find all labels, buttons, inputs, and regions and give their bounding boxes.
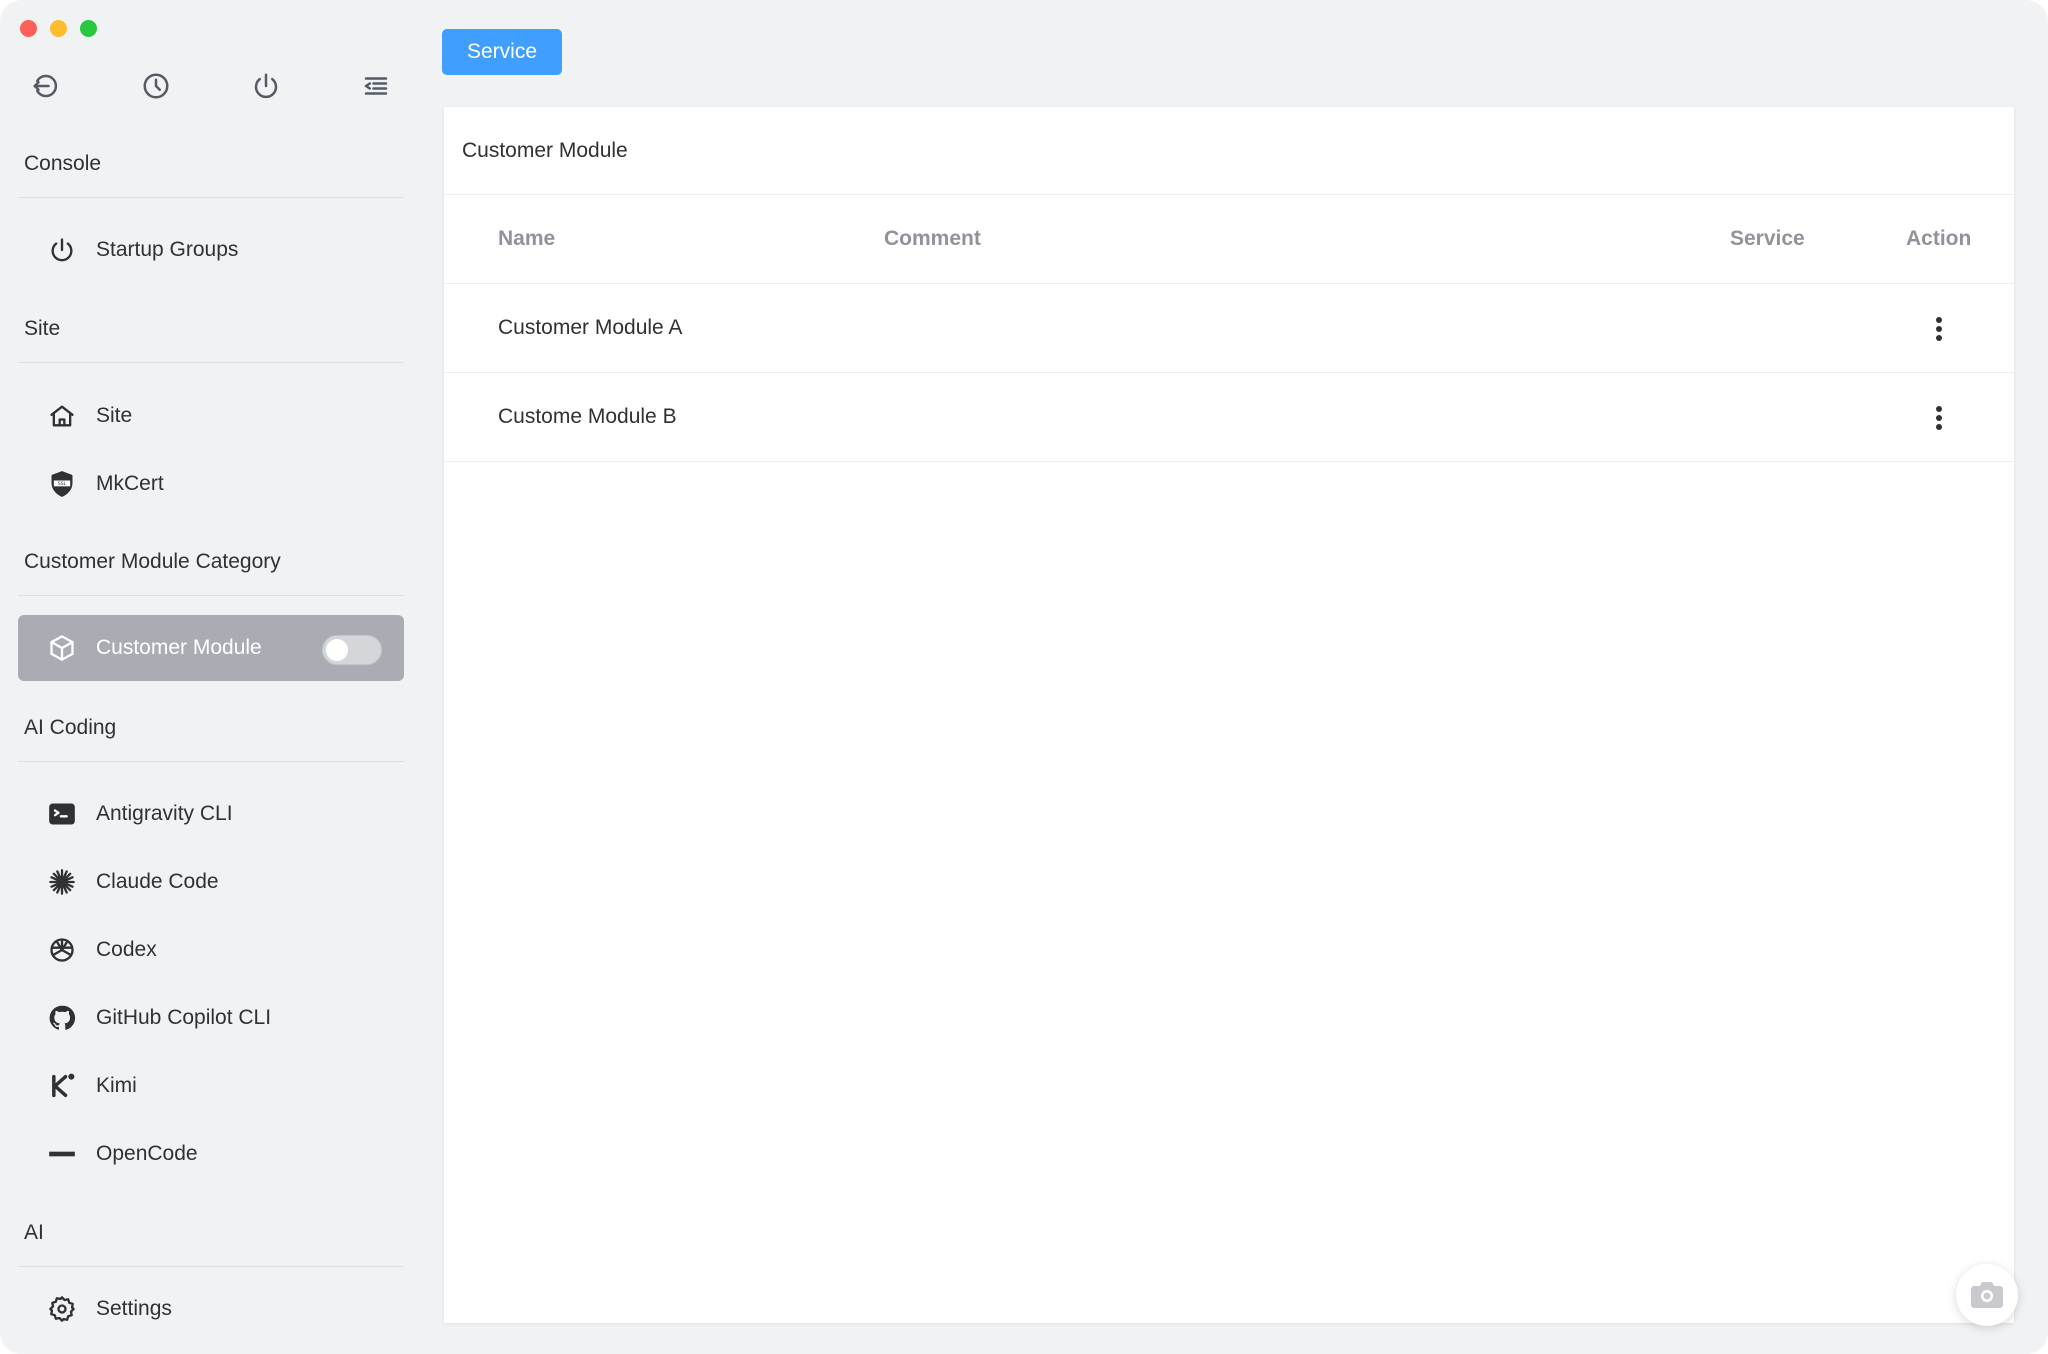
kimi-icon <box>44 1068 80 1104</box>
home-icon <box>44 398 80 434</box>
sidebar-item-label: Settings <box>96 1297 172 1320</box>
sidebar-item-startup-groups[interactable]: Startup Groups <box>18 217 404 283</box>
column-header-action: Action <box>1906 227 1972 250</box>
sidebar-item-customer-module[interactable]: Customer Module <box>18 615 404 681</box>
section-divider <box>18 1266 404 1267</box>
table-row[interactable]: Custome Module B <box>444 373 2014 462</box>
sidebar-item-label: GitHub Copilot CLI <box>96 1006 272 1029</box>
customer-module-panel: Customer Module Name Comment Service Act… <box>444 107 2014 1323</box>
terminal-icon <box>44 796 80 832</box>
row-name: Custome Module B <box>498 405 677 428</box>
section-title-console: Console <box>24 152 102 175</box>
sidebar-item-label: Site <box>96 404 133 427</box>
customer-module-toggle[interactable] <box>322 635 382 665</box>
sidebar-item-label: Antigravity CLI <box>96 802 233 825</box>
openai-icon <box>44 932 80 968</box>
ssl-shield-icon: SSL <box>44 466 80 502</box>
sidebar-item-label: MkCert <box>96 472 164 495</box>
column-header-comment: Comment <box>884 227 981 250</box>
column-header-service: Service <box>1730 227 1805 250</box>
screenshot-camera-button[interactable] <box>1956 1264 2018 1326</box>
section-title-site: Site <box>24 317 61 340</box>
sidebar-item-claude-code[interactable]: Claude Code <box>18 849 404 915</box>
toggle-knob <box>326 639 348 661</box>
table-header: Name Comment Service Action <box>444 195 2014 284</box>
sidebar-item-label: Codex <box>96 938 157 961</box>
sidebar-item-kimi[interactable]: Kimi <box>18 1053 404 1119</box>
sidebar-item-site[interactable]: Site <box>18 383 404 449</box>
sidebar-item-settings[interactable]: Settings <box>18 1276 404 1342</box>
more-actions-icon[interactable] <box>1926 403 1952 433</box>
app-window: Console Startup Groups Site Site SSL MkC… <box>0 0 2048 1354</box>
panel-title: Customer Module <box>444 107 2014 195</box>
back-icon[interactable] <box>28 68 64 104</box>
sidebar-item-label: Claude Code <box>96 870 219 893</box>
section-title-ai-coding: AI Coding <box>24 716 117 739</box>
menu-collapse-icon[interactable] <box>358 68 394 104</box>
sidebar-item-mkcert[interactable]: SSL MkCert <box>18 451 404 517</box>
section-title-customer-module-category: Customer Module Category <box>24 550 281 573</box>
claude-icon <box>44 864 80 900</box>
sidebar-item-label: Customer Module <box>96 636 262 659</box>
sidebar-item-antigravity-cli[interactable]: Antigravity CLI <box>18 781 404 847</box>
more-actions-icon[interactable] <box>1926 314 1952 344</box>
cube-icon <box>44 630 80 666</box>
opencode-icon <box>44 1136 80 1172</box>
sidebar: Console Startup Groups Site Site SSL MkC… <box>0 0 430 1354</box>
row-name: Customer Module A <box>498 316 683 339</box>
column-header-name: Name <box>498 227 556 250</box>
camera-icon <box>1971 1282 2003 1308</box>
section-divider <box>18 761 404 762</box>
table-row[interactable]: Customer Module A <box>444 284 2014 373</box>
github-icon <box>44 1000 80 1036</box>
svg-text:SSL: SSL <box>58 481 67 487</box>
section-divider <box>18 595 404 596</box>
service-tab-button[interactable]: Service <box>442 29 562 75</box>
sidebar-item-codex[interactable]: Codex <box>18 917 404 983</box>
sidebar-item-label: Startup Groups <box>96 238 239 261</box>
sidebar-toolbar <box>28 68 398 104</box>
power-icon <box>44 232 80 268</box>
sidebar-item-github-copilot-cli[interactable]: GitHub Copilot CLI <box>18 985 404 1051</box>
section-divider <box>18 362 404 363</box>
sidebar-item-label: Kimi <box>96 1074 137 1097</box>
section-title-ai: AI <box>24 1221 44 1244</box>
sidebar-item-opencode[interactable]: OpenCode <box>18 1121 404 1187</box>
sidebar-item-label: OpenCode <box>96 1142 198 1165</box>
power-icon[interactable] <box>248 68 284 104</box>
section-divider <box>18 197 404 198</box>
gear-icon <box>44 1291 80 1327</box>
history-icon[interactable] <box>138 68 174 104</box>
